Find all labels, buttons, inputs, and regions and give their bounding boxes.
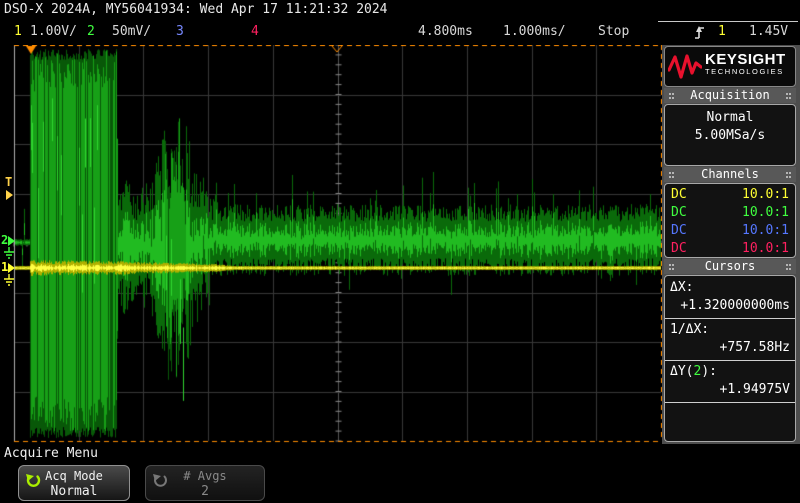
trigger-level-marker[interactable]: T (5, 176, 12, 188)
divider (665, 360, 795, 361)
menu-title: Acquire Menu (4, 446, 98, 461)
brand-box: KEYSIGHT TECHNOLOGIES (664, 46, 796, 87)
trigger-edge-icon (694, 25, 705, 47)
instrument-id: DSO-X 2024A, MY56041934: Wed Apr 17 11:2… (4, 2, 388, 17)
channel2-badge[interactable]: 2 (87, 21, 95, 43)
dx-value: +1.320000000ms (680, 298, 790, 313)
keysight-spark-icon (668, 52, 702, 82)
trigger-level-arrow-icon[interactable] (6, 188, 13, 200)
channel-row: DC10.0:1 (671, 204, 789, 222)
divider (665, 318, 795, 319)
grip-icon (669, 264, 671, 266)
ch1-ground-icon (3, 274, 15, 288)
channels-box: DC10.0:1 DC10.0:1 DC10.0:1 DC10.0:1 (664, 183, 796, 258)
ch1-arrow-icon (8, 263, 15, 273)
channel2-scale[interactable]: 50mV/ (112, 21, 151, 43)
run-state: Stop (598, 21, 629, 43)
ch2-ground-icon (3, 247, 15, 261)
ch2-arrow-icon (8, 236, 15, 246)
channels-header: Channels (664, 167, 796, 182)
timebase-readout: 1.000ms/ (503, 21, 566, 43)
channel1-badge[interactable]: 1 (14, 21, 22, 43)
trigger-block-underline (658, 21, 798, 22)
grip-icon (786, 93, 788, 95)
waveform-display[interactable] (0, 45, 662, 444)
cursors-box: ΔX: +1.320000000ms 1/ΔX: +757.58Hz ΔY(2)… (664, 275, 796, 442)
info-panel: KEYSIGHT TECHNOLOGIES Acquisition Normal… (662, 45, 800, 444)
grip-icon (786, 172, 788, 174)
softkey-num-avgs[interactable]: # Avgs 2 (145, 465, 265, 501)
channel4-badge[interactable]: 4 (251, 21, 259, 43)
channel-row: DC10.0:1 (671, 222, 789, 240)
channel1-scale[interactable]: 1.00V/ (30, 21, 77, 43)
delay-readout: 4.800ms (418, 21, 473, 43)
grip-icon (669, 93, 671, 95)
acq-mode: Normal (665, 109, 795, 127)
ch2-zero-marker[interactable]: 2 (1, 234, 15, 246)
softkey-acq-mode[interactable]: Acq Mode Normal (18, 465, 130, 501)
softkey-menu: Acquire Menu Acq Mode Normal # Avgs 2 (0, 444, 800, 503)
channel-row: DC10.0:1 (671, 186, 789, 204)
dy-value: +1.94975V (720, 382, 790, 397)
channel3-badge[interactable]: 3 (176, 21, 184, 43)
dx-label: ΔX: (670, 280, 693, 295)
invdx-value: +757.58Hz (720, 340, 790, 355)
grip-icon (669, 172, 671, 174)
ch1-zero-marker[interactable]: 1 (1, 261, 15, 273)
acquisition-box: Normal 5.00MSa/s (664, 104, 796, 166)
channel-row: DC10.0:1 (671, 240, 789, 258)
invdx-label: 1/ΔX: (670, 322, 709, 337)
brand-name: KEYSIGHT TECHNOLOGIES (705, 52, 786, 76)
title-bar: DSO-X 2024A, MY56041934: Wed Apr 17 11:2… (0, 0, 800, 21)
grip-icon (786, 264, 788, 266)
cursors-header: Cursors (664, 259, 796, 274)
divider (665, 402, 795, 403)
status-bar: 1 1.00V/ 2 50mV/ 3 4 4.800ms 1.000ms/ St… (0, 21, 800, 44)
trigger-source: 1 (718, 21, 726, 43)
acquisition-header: Acquisition (664, 88, 796, 103)
trigger-level: 1.45V (749, 21, 788, 43)
dy-label: ΔY(2): (670, 364, 717, 379)
oscilloscope-screen: DSO-X 2024A, MY56041934: Wed Apr 17 11:2… (0, 0, 800, 503)
sample-rate: 5.00MSa/s (665, 127, 795, 145)
